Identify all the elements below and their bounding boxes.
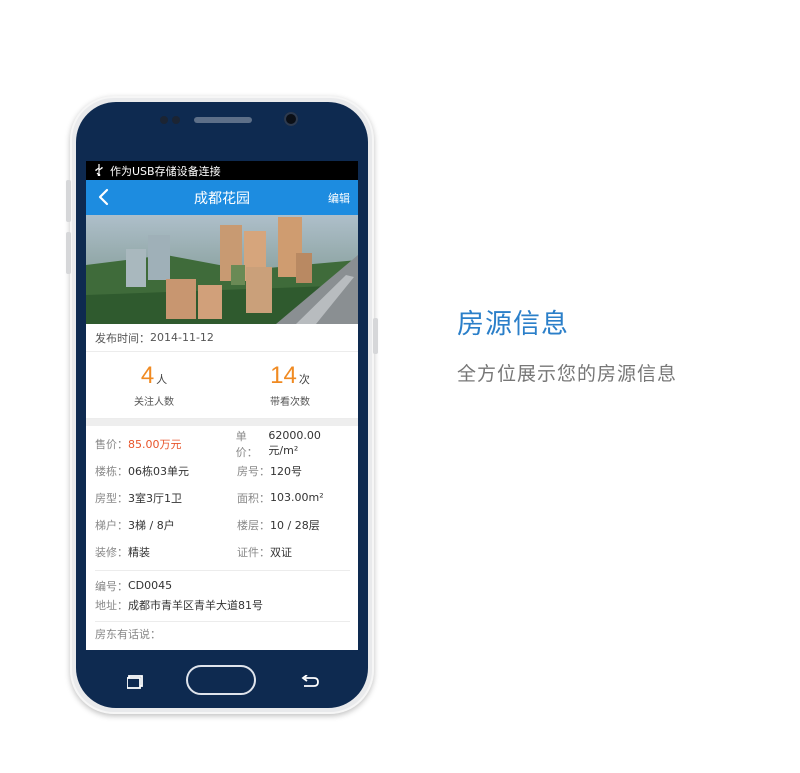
back-key[interactable] [300,674,320,688]
recent-apps-icon [126,675,143,689]
usb-icon [94,163,104,178]
stat-value: 4 [140,361,155,389]
earpiece [194,117,252,123]
stat-value: 14 [270,361,297,389]
home-button[interactable] [186,665,256,695]
publish-time: 发布时间： 2014-11-12 [86,324,358,352]
detail-key: 房型： [95,491,128,505]
recent-apps-button[interactable] [126,674,145,689]
detail-value: 10 / 28层 [270,518,320,532]
detail-value: 3梯 / 8户 [128,518,175,532]
stat-unit: 次 [298,372,310,386]
detail-key: 房号： [237,464,270,478]
property-details: 售价： 85.00万元 单价： 62000.00元/m² 楼栋： 06栋03单元… [86,426,358,646]
detail-row: 房型： 3室3厅1卫 面积： 103.00m² [95,484,350,511]
detail-value: 103.00m² [270,491,324,504]
volume-button [66,232,71,274]
chevron-left-icon [98,188,109,206]
edit-button[interactable]: 编辑 [328,190,350,206]
code-value: CD0045 [128,579,173,592]
page-title: 成都花园 [194,190,250,207]
front-camera [284,112,298,126]
address-key: 地址： [95,598,128,612]
detail-key: 楼栋： [95,464,128,478]
detail-value: 120号 [270,464,302,478]
sensor [160,116,168,124]
publish-date: 2014-11-12 [150,331,214,344]
sensor [172,116,180,124]
address-row: 地址： 成都市青羊区青羊大道81号 [95,595,350,614]
stat-unit: 人 [156,372,168,386]
detail-row: 梯户： 3梯 / 8户 楼层： 10 / 28层 [95,511,350,538]
back-button[interactable] [95,187,113,207]
detail-row: 售价： 85.00万元 单价： 62000.00元/m² [95,429,350,459]
detail-key: 售价： [95,437,128,451]
landlord-comment-label: 房东有话说： [95,628,161,641]
detail-value: 06栋03单元 [128,464,189,478]
detail-value: 精装 [128,545,150,559]
divider [95,570,350,571]
feature-headline: 房源信息 [457,309,569,340]
phone-screen: 作为USB存储设备连接 成都花园 编辑 发布时间： 2014-11-12 4 人… [86,161,358,650]
feature-subline: 全方位展示您的房源信息 [457,363,678,385]
detail-row: 装修： 精装 证件： 双证 [95,538,350,565]
detail-row: 楼栋： 06栋03单元 房号： 120号 [95,457,350,484]
detail-key: 单价： [235,429,258,459]
detail-key: 证件： [237,545,270,559]
section-gap [86,419,358,426]
detail-key: 楼层： [237,518,270,532]
detail-key: 梯户： [95,518,128,532]
nav-bar: 成都花园 编辑 [86,180,358,215]
stats-row: 4 人 关注人数 14 次 带看次数 [86,352,358,419]
price-value: 85.00万元 [128,437,182,451]
code-row: 编号： CD0045 [95,576,350,595]
code-key: 编号： [95,579,128,593]
detail-key: 面积： [237,491,270,505]
property-photo[interactable] [86,215,358,324]
volume-button [66,180,71,222]
detail-value: 双证 [270,545,292,559]
back-arrow-icon [301,674,319,687]
address-value: 成都市青羊区青羊大道81号 [128,598,263,612]
detail-value: 3室3厅1卫 [128,491,182,505]
power-button [373,318,378,354]
status-text: 作为USB存储设备连接 [110,164,221,178]
detail-key: 装修： [95,545,128,559]
followers-stat: 4 人 关注人数 [86,352,222,418]
status-bar: 作为USB存储设备连接 [86,161,358,180]
stat-label: 带看次数 [270,396,310,408]
stat-label: 关注人数 [134,396,174,408]
detail-value: 62000.00元/m² [268,429,321,457]
viewings-stat: 14 次 带看次数 [222,352,358,418]
publish-label: 发布时间： [95,331,150,345]
